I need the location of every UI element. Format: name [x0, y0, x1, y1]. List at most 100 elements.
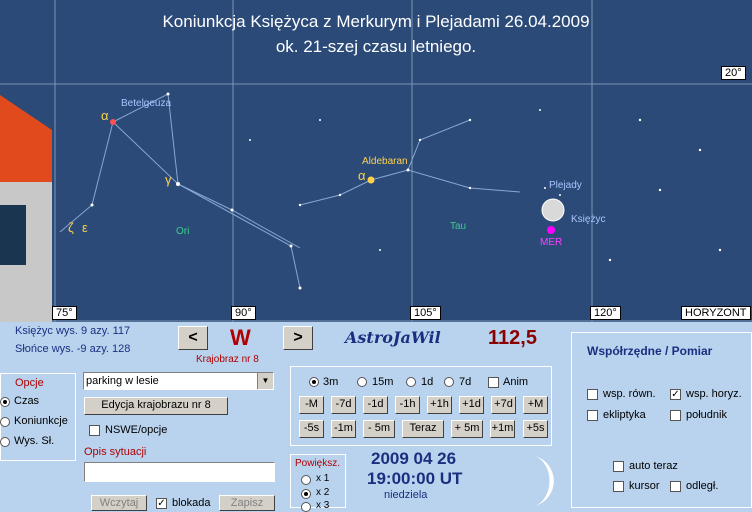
moon-phase-icon [535, 456, 554, 506]
control-panel: Księżyc wys. 9 azy. 117 Słońce wys. -9 a… [0, 322, 752, 512]
zoom-x3-radio[interactable] [301, 502, 311, 512]
label-epsilon: ε [82, 220, 88, 235]
moon-altitude-readout: Księżyc wys. 9 azy. 117 [15, 325, 131, 337]
horiz-coords-label: wsp. horyz. [686, 388, 742, 400]
step-minus-1m[interactable]: -1m [331, 420, 356, 438]
weekday-display: niedziela [384, 489, 428, 501]
step-minus-month[interactable]: -M [299, 396, 324, 414]
distance-label: odległ. [686, 480, 719, 492]
now-button[interactable]: Teraz [402, 420, 444, 438]
step-3m-label[interactable]: 3m [323, 376, 338, 388]
option-conjunctions-label[interactable]: Koniunkcje [14, 415, 68, 427]
zoom-label: Powiększ. [295, 458, 341, 469]
option-conjunctions-radio[interactable] [0, 417, 10, 427]
option-time-radio[interactable] [0, 397, 10, 407]
label-alpha-tau: α [358, 168, 366, 183]
label-alpha-ori: α [101, 108, 109, 123]
date-display: 2009 04 26 [371, 449, 457, 468]
step-plus-month[interactable]: +M [523, 396, 548, 414]
step-15m-radio[interactable] [357, 377, 367, 387]
label-ori: Ori [176, 226, 190, 237]
meridian-checkbox[interactable] [670, 410, 681, 421]
landscape-select-value: parking w lesie [86, 375, 159, 387]
step-plus-5m[interactable]: + 5m [451, 420, 483, 438]
lock-checkbox[interactable]: ✓ [156, 498, 167, 509]
constellation-lines [59, 93, 521, 289]
direction-indicator: W [230, 325, 251, 350]
horizon-label: HORYZONT [681, 306, 751, 320]
anim-checkbox[interactable] [488, 377, 499, 388]
azimuth-tick-105: 105° [410, 306, 441, 320]
time-display: 19:00:00 UT [367, 469, 463, 488]
cursor-label: kursor [629, 480, 660, 492]
horiz-coords-checkbox[interactable]: ✓ [670, 389, 681, 400]
step-minus-1d[interactable]: -1d [363, 396, 388, 414]
step-7d-radio[interactable] [444, 377, 454, 387]
coords-title: Współrzędne / Pomiar [587, 344, 713, 358]
label-pleiades: Plejady [549, 180, 582, 191]
azimuth-tick-120: 120° [590, 306, 621, 320]
nswe-checkbox[interactable] [89, 425, 100, 436]
distance-checkbox[interactable] [670, 481, 681, 492]
zoom-x2-radio[interactable] [301, 489, 311, 499]
landscape-select[interactable]: parking w lesie ▼ [83, 372, 274, 390]
auto-now-label: auto teraz [629, 460, 678, 472]
azimuth-tick-90: 90° [231, 306, 256, 320]
altitude-label: 20° [721, 66, 746, 80]
step-plus-1d[interactable]: +1d [459, 396, 484, 414]
cursor-checkbox[interactable] [613, 481, 624, 492]
label-mercury: MER [540, 237, 563, 248]
zoom-x1-radio[interactable] [301, 475, 311, 485]
anim-label: Anim [503, 376, 529, 388]
azimuth-value: 112,5 [488, 327, 537, 349]
eq-coords-checkbox[interactable] [587, 389, 598, 400]
save-button[interactable]: Zapisz [219, 495, 275, 511]
meridian-label: południk [686, 409, 727, 421]
ecliptic-checkbox[interactable] [587, 410, 598, 421]
app-logo: AstroJaWil [345, 328, 441, 347]
auto-now-checkbox[interactable] [613, 461, 624, 472]
step-15m-label[interactable]: 15m [372, 376, 393, 388]
sun-altitude-readout: Słońce wys. -9 azy. 128 [15, 343, 131, 355]
ecliptic-label: ekliptyka [603, 409, 646, 421]
zoom-x1-label[interactable]: x 1 [316, 473, 329, 484]
eq-coords-label: wsp. równ. [603, 388, 656, 400]
label-betelgeuse: Betelgeuza [121, 98, 172, 109]
nswe-label: NSWE/opcje [105, 424, 168, 436]
step-3m-radio[interactable] [309, 377, 319, 387]
prev-direction-button[interactable]: < [178, 326, 208, 350]
chevron-down-icon[interactable]: ▼ [257, 373, 273, 389]
options-label: Opcje [15, 377, 44, 389]
step-plus-1h[interactable]: +1h [427, 396, 452, 414]
step-minus-5m[interactable]: - 5m [363, 420, 395, 438]
lock-label: blokada [172, 497, 211, 509]
step-plus-5s[interactable]: +5s [523, 420, 548, 438]
step-1d-label[interactable]: 1d [421, 376, 433, 388]
step-minus-1h[interactable]: -1h [395, 396, 420, 414]
stars [90, 92, 722, 290]
zoom-x3-label[interactable]: x 3 [316, 500, 329, 511]
label-gamma: γ [165, 172, 172, 187]
step-plus-1m[interactable]: +1m [490, 420, 515, 438]
step-7d-label[interactable]: 7d [459, 376, 471, 388]
sky-view[interactable]: Koniunkcja Księżyca z Merkurym i Plejada… [0, 0, 752, 322]
landscape-number: Krajobraz nr 8 [196, 354, 259, 365]
situation-input[interactable] [84, 462, 275, 482]
option-time-label[interactable]: Czas [14, 395, 39, 407]
option-sun-altitude-label[interactable]: Wys. Sł. [14, 435, 54, 447]
load-button[interactable]: Wczytaj [91, 495, 147, 511]
moon-disk [541, 198, 565, 222]
label-moon: Księżyc [571, 214, 606, 225]
sky-title-line2: ok. 21-szej czasu letniego. [275, 37, 477, 56]
step-plus-7d[interactable]: +7d [491, 396, 516, 414]
situation-label: Opis sytuacji [84, 446, 147, 458]
label-tau: Tau [450, 221, 467, 232]
step-1d-radio[interactable] [406, 377, 416, 387]
step-minus-5s[interactable]: -5s [299, 420, 324, 438]
sky-title-line1: Koniunkcja Księżyca z Merkurym i Plejada… [162, 12, 590, 31]
next-direction-button[interactable]: > [283, 326, 313, 350]
step-minus-7d[interactable]: -7d [331, 396, 356, 414]
option-sun-altitude-radio[interactable] [0, 437, 10, 447]
zoom-x2-label[interactable]: x 2 [316, 487, 329, 498]
edit-landscape-button[interactable]: Edycja krajobrazu nr 8 [84, 397, 228, 415]
